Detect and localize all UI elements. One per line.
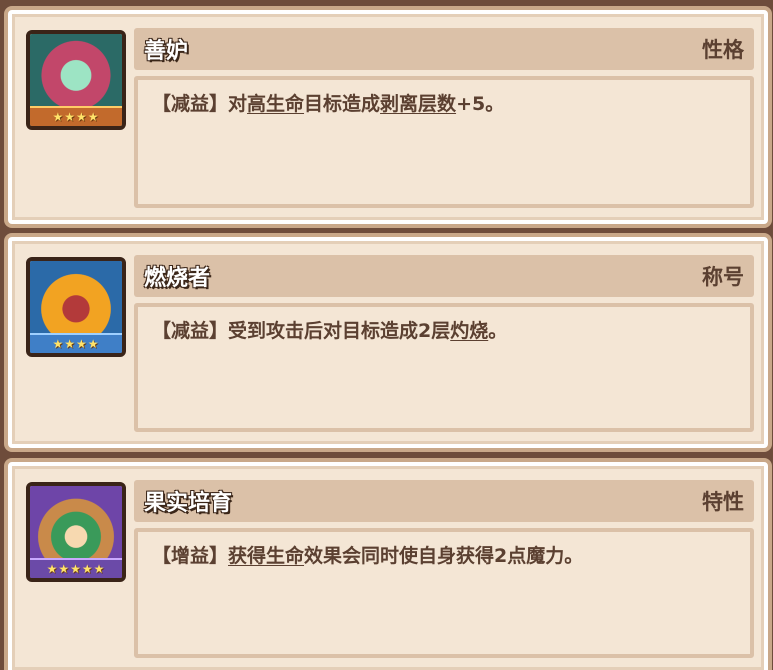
keyword-link[interactable]: 高生命 <box>247 93 304 115</box>
hero-portrait: ★★★★ <box>26 30 126 130</box>
trait-card[interactable]: ★★★★ 善妒 性格 【减益】对高生命目标造成剥离层数+5。 <box>8 10 768 224</box>
trait-category: 称号 <box>702 265 744 289</box>
trait-category: 性格 <box>702 38 744 62</box>
desc-text: 【增益】 <box>152 545 229 567</box>
desc-text: 【减益】对 <box>152 93 248 115</box>
trait-description: 【减益】受到攻击后对目标造成2层灼烧。 <box>134 303 754 432</box>
desc-text: 。 <box>488 320 508 342</box>
trait-name: 果实培育 <box>144 491 233 516</box>
desc-text: 效果会同时使自身获得2点魔力。 <box>304 545 584 567</box>
trait-category: 特性 <box>702 490 744 514</box>
rarity-stars: ★★★★★ <box>30 558 122 578</box>
keyword-link[interactable]: 灼烧 <box>450 320 488 342</box>
desc-text: 【减益】受到攻击后对目标造成2层 <box>152 320 451 342</box>
trait-list: ★★★★ 善妒 性格 【减益】对高生命目标造成剥离层数+5。 ★★★★ 燃烧者 … <box>0 0 773 670</box>
desc-text: +5。 <box>456 93 505 115</box>
trait-header: 果实培育 特性 <box>134 480 754 522</box>
desc-text: 目标造成 <box>304 93 381 115</box>
keyword-link[interactable]: 获得生命 <box>228 545 304 567</box>
keyword-link[interactable]: 剥离层数 <box>380 93 456 115</box>
trait-description: 【减益】对高生命目标造成剥离层数+5。 <box>134 76 754 208</box>
hero-portrait: ★★★★ <box>26 257 126 357</box>
trait-header: 善妒 性格 <box>134 28 754 70</box>
trait-card[interactable]: ★★★★★ 果实培育 特性 【增益】获得生命效果会同时使自身获得2点魔力。 <box>8 462 768 670</box>
rarity-stars: ★★★★ <box>30 106 122 126</box>
trait-name: 燃烧者 <box>144 266 211 291</box>
rarity-stars: ★★★★ <box>30 333 122 353</box>
trait-card[interactable]: ★★★★ 燃烧者 称号 【减益】受到攻击后对目标造成2层灼烧。 <box>8 237 768 448</box>
trait-name: 善妒 <box>144 39 189 64</box>
trait-header: 燃烧者 称号 <box>134 255 754 297</box>
hero-portrait: ★★★★★ <box>26 482 126 582</box>
trait-description: 【增益】获得生命效果会同时使自身获得2点魔力。 <box>134 528 754 658</box>
